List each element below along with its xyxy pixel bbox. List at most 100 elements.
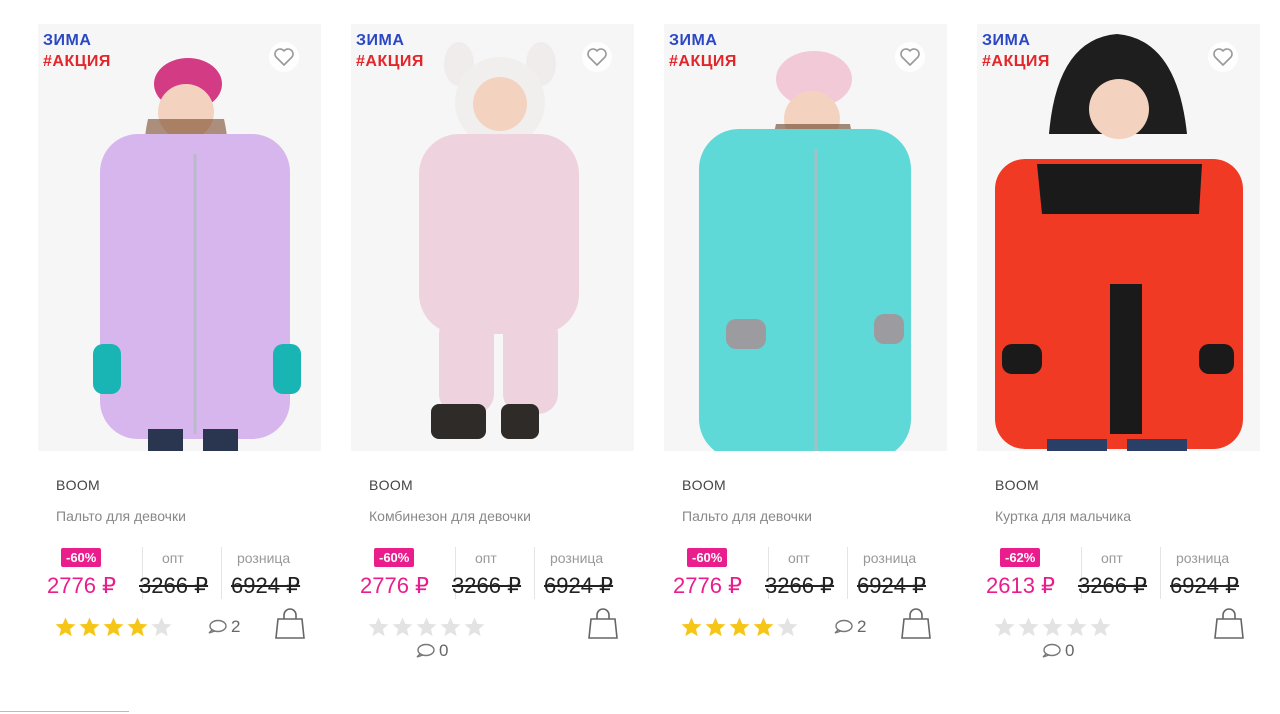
product-name[interactable]: Пальто для девочки [56, 508, 186, 524]
discount-badge: -60% [61, 548, 102, 567]
star-icon[interactable] [439, 616, 462, 638]
retail-label: розница [237, 550, 291, 566]
retail-label: розница [550, 550, 604, 566]
comments-value: 2 [857, 617, 867, 636]
comments-count[interactable]: 2 [207, 617, 240, 637]
star-icon[interactable] [752, 616, 775, 638]
brand-name[interactable]: BOOM [995, 477, 1039, 493]
retail-price: 6924 ₽ [544, 573, 614, 598]
comments-value: 2 [231, 617, 241, 636]
comment-icon [834, 619, 853, 634]
current-price: 2776 ₽ [360, 573, 430, 598]
star-icon[interactable] [776, 616, 799, 638]
divider [0, 711, 129, 712]
current-price: 2776 ₽ [673, 573, 743, 598]
retail-label: розница [863, 550, 917, 566]
bag-icon[interactable] [901, 608, 931, 640]
star-icon[interactable] [1089, 616, 1112, 638]
wholesale-label: опт [162, 550, 184, 566]
comments-count[interactable]: 2 [833, 617, 866, 637]
wholesale-price: 3266 ₽ [765, 573, 835, 598]
wholesale-price: 3266 ₽ [1078, 573, 1148, 598]
wholesale-price: 3266 ₽ [452, 573, 522, 598]
product-image[interactable] [38, 24, 321, 451]
rating-stars[interactable] [680, 616, 799, 638]
comments-count[interactable]: 0 [415, 641, 448, 661]
retail-price: 6924 ₽ [857, 573, 927, 598]
promo-badge: #АКЦИЯ [669, 53, 737, 70]
comment-icon [208, 619, 227, 634]
star-icon[interactable] [367, 616, 390, 638]
star-icon[interactable] [102, 616, 125, 638]
current-price: 2613 ₽ [986, 573, 1056, 598]
season-badge: ЗИМА [43, 32, 92, 49]
rating-stars[interactable] [367, 616, 486, 638]
product-image[interactable] [664, 24, 947, 451]
discount-badge: -60% [374, 548, 415, 567]
star-icon[interactable] [391, 616, 414, 638]
divider [1160, 547, 1161, 599]
bag-icon[interactable] [1214, 608, 1244, 640]
wholesale-label: опт [788, 550, 810, 566]
product-name[interactable]: Куртка для мальчика [995, 508, 1131, 524]
star-icon[interactable] [150, 616, 173, 638]
product-photo-illustration [419, 42, 579, 439]
heart-icon[interactable] [895, 42, 925, 72]
wholesale-label: опт [475, 550, 497, 566]
brand-name[interactable]: BOOM [369, 477, 413, 493]
comment-icon [416, 643, 435, 658]
star-icon[interactable] [415, 616, 438, 638]
garment-shape [419, 134, 579, 334]
promo-badge: #АКЦИЯ [356, 53, 424, 70]
divider [534, 547, 535, 599]
brand-name[interactable]: BOOM [682, 477, 726, 493]
star-icon[interactable] [1065, 616, 1088, 638]
product-image[interactable] [977, 24, 1260, 451]
season-badge: ЗИМА [982, 32, 1031, 49]
discount-badge: -60% [687, 548, 728, 567]
divider [847, 547, 848, 599]
star-icon[interactable] [78, 616, 101, 638]
comments-value: 0 [439, 641, 449, 660]
star-icon[interactable] [54, 616, 77, 638]
bag-icon[interactable] [275, 608, 305, 640]
star-icon[interactable] [463, 616, 486, 638]
heart-icon[interactable] [582, 42, 612, 72]
comments-value: 0 [1065, 641, 1075, 660]
rating-stars[interactable] [993, 616, 1112, 638]
product-name[interactable]: Пальто для девочки [682, 508, 812, 524]
discount-badge: -62% [1000, 548, 1041, 567]
wholesale-price: 3266 ₽ [139, 573, 209, 598]
comment-icon [1042, 643, 1061, 658]
rating-stars[interactable] [54, 616, 173, 638]
star-icon[interactable] [1017, 616, 1040, 638]
product-photo-illustration [995, 34, 1243, 451]
bag-icon[interactable] [588, 608, 618, 640]
promo-badge: #АКЦИЯ [982, 53, 1050, 70]
promo-badge: #АКЦИЯ [43, 53, 111, 70]
season-badge: ЗИМА [669, 32, 718, 49]
star-icon[interactable] [126, 616, 149, 638]
product-photo-illustration [93, 58, 301, 451]
star-icon[interactable] [728, 616, 751, 638]
product-image[interactable] [351, 24, 634, 451]
star-icon[interactable] [993, 616, 1016, 638]
star-icon[interactable] [704, 616, 727, 638]
heart-icon[interactable] [269, 42, 299, 72]
brand-name[interactable]: BOOM [56, 477, 100, 493]
wholesale-label: опт [1101, 550, 1123, 566]
star-icon[interactable] [1041, 616, 1064, 638]
retail-price: 6924 ₽ [1170, 573, 1240, 598]
product-photo-illustration [699, 51, 911, 451]
product-name[interactable]: Комбинезон для девочки [369, 508, 531, 524]
product-card: ЗИМА #АКЦИЯ BOOM Комбинезон для девочки … [340, 0, 640, 680]
product-card: ЗИМА #АКЦИЯ BOOM Пальто для девочки -60%… [653, 0, 953, 680]
retail-label: розница [1176, 550, 1230, 566]
comments-count[interactable]: 0 [1041, 641, 1074, 661]
current-price: 2776 ₽ [47, 573, 117, 598]
product-card: ЗИМА #АКЦИЯ BOOM Куртка для мальчика -62… [966, 0, 1266, 680]
garment-shape [699, 129, 911, 451]
season-badge: ЗИМА [356, 32, 405, 49]
heart-icon[interactable] [1208, 42, 1238, 72]
star-icon[interactable] [680, 616, 703, 638]
